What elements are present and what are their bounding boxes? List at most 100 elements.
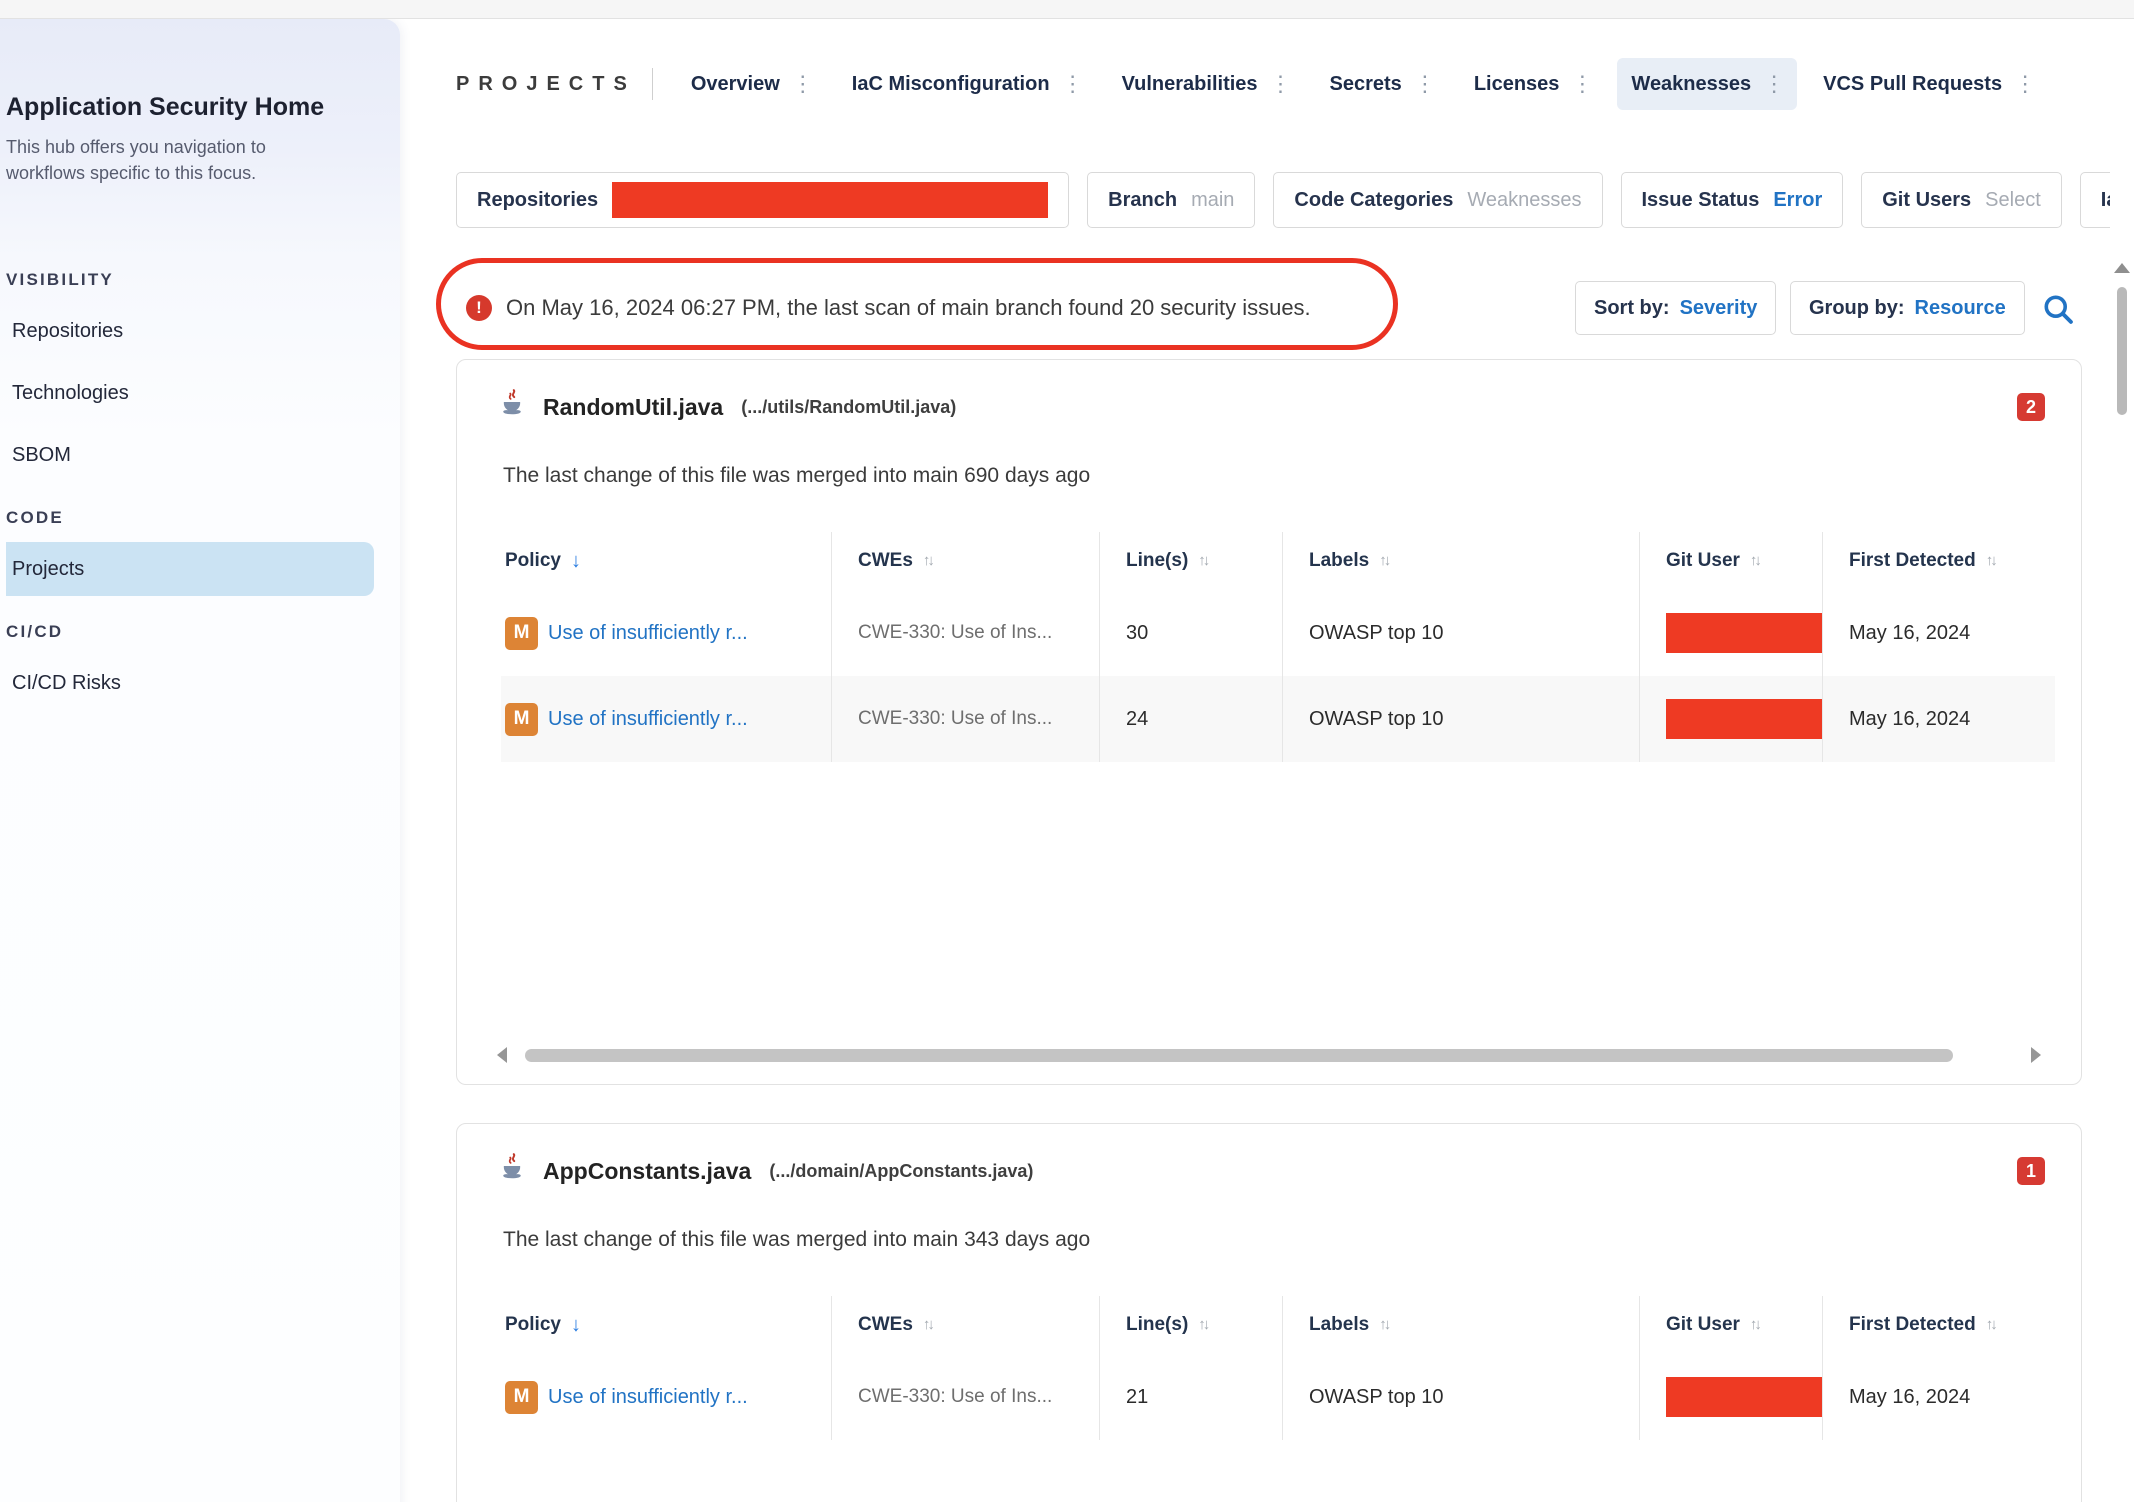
browser-top-strip bbox=[0, 0, 2134, 19]
tab-menu-icon[interactable] bbox=[1761, 71, 1787, 97]
line-number: 24 bbox=[1126, 708, 1148, 731]
tab-overview[interactable]: Overview bbox=[677, 58, 826, 110]
column-label: Git User bbox=[1666, 550, 1740, 572]
sort-icon[interactable] bbox=[1986, 552, 1995, 570]
redacted-git-user bbox=[1666, 1377, 1822, 1417]
tab-secrets[interactable]: Secrets bbox=[1316, 58, 1448, 110]
column-header-policy[interactable]: Policy bbox=[501, 1296, 831, 1354]
sort-icon[interactable] bbox=[1379, 1316, 1388, 1334]
sidebar-item-projects[interactable]: Projects bbox=[6, 542, 374, 596]
column-label: Line(s) bbox=[1126, 550, 1188, 572]
column-header-labels[interactable]: Labels bbox=[1282, 1296, 1639, 1354]
first-detected-cell: May 16, 2024 bbox=[1822, 590, 2055, 676]
filter-code-categories[interactable]: Code Categories Weaknesses bbox=[1273, 172, 1602, 228]
sort-icon[interactable] bbox=[1198, 1316, 1207, 1334]
scroll-left-icon[interactable] bbox=[497, 1047, 507, 1063]
sidebar-item-label: Technologies bbox=[12, 382, 129, 405]
weaknesses-table: Policy CWEs Line(s) Labels Git User bbox=[501, 532, 2055, 762]
table-row: M Use of insufficiently r... CWE-330: Us… bbox=[501, 590, 2055, 676]
sort-icon[interactable] bbox=[923, 1316, 932, 1334]
group-by-value: Resource bbox=[1915, 297, 2006, 320]
tab-weaknesses[interactable]: Weaknesses bbox=[1617, 58, 1797, 110]
filter-branch[interactable]: Branch main bbox=[1087, 172, 1255, 228]
sidebar-item-repositories[interactable]: Repositories bbox=[6, 304, 400, 358]
table-header-row: Policy CWEs Line(s) Labels Git User bbox=[501, 1296, 2055, 1354]
sort-icon[interactable] bbox=[923, 552, 932, 570]
tab-iac-misconfiguration[interactable]: IaC Misconfiguration bbox=[838, 58, 1096, 110]
column-header-first-detected[interactable]: First Detected bbox=[1822, 1296, 2055, 1354]
sidebar-item-sbom[interactable]: SBOM bbox=[6, 428, 400, 482]
sidebar-section-visibility: VISIBILITY bbox=[6, 270, 400, 290]
column-label: First Detected bbox=[1849, 1314, 1976, 1336]
column-header-git-user[interactable]: Git User bbox=[1639, 1296, 1822, 1354]
policy-link[interactable]: Use of insufficiently r... bbox=[548, 622, 748, 645]
column-header-cwes[interactable]: CWEs bbox=[831, 1296, 1099, 1354]
tab-licenses[interactable]: Licenses bbox=[1460, 58, 1606, 110]
file-path: (.../domain/AppConstants.java) bbox=[769, 1161, 1033, 1182]
tab-menu-icon[interactable] bbox=[1060, 71, 1086, 97]
sort-icon[interactable] bbox=[1750, 552, 1759, 570]
tab-menu-icon[interactable] bbox=[790, 71, 816, 97]
severity-badge-medium: M bbox=[505, 617, 538, 650]
scrollbar-thumb[interactable] bbox=[2117, 287, 2127, 415]
sort-by-button[interactable]: Sort by: Severity bbox=[1575, 281, 1776, 335]
policy-link[interactable]: Use of insufficiently r... bbox=[548, 1386, 748, 1409]
column-label: Labels bbox=[1309, 550, 1369, 572]
sort-icon[interactable] bbox=[1198, 552, 1207, 570]
vertical-scrollbar[interactable] bbox=[2110, 19, 2134, 1502]
file-card-appconstants: AppConstants.java (.../domain/AppConstan… bbox=[456, 1123, 2082, 1502]
redacted-repository-value bbox=[612, 182, 1048, 218]
filter-value: Select bbox=[1985, 189, 2041, 212]
filter-value: main bbox=[1191, 189, 1234, 212]
tab-menu-icon[interactable] bbox=[2012, 71, 2038, 97]
sort-desc-icon[interactable] bbox=[571, 1314, 581, 1337]
column-header-labels[interactable]: Labels bbox=[1282, 532, 1639, 590]
filter-repositories[interactable]: Repositories bbox=[456, 172, 1069, 228]
policy-cell: M Use of insufficiently r... bbox=[501, 1354, 831, 1440]
sort-icon[interactable] bbox=[1986, 1316, 1995, 1334]
filter-issue-status[interactable]: Issue Status Error bbox=[1621, 172, 1844, 228]
filter-git-users[interactable]: Git Users Select bbox=[1861, 172, 2062, 228]
alert-error-icon bbox=[466, 295, 492, 321]
app-screen: Application Security Home This hub offer… bbox=[0, 0, 2134, 1502]
tab-label: Licenses bbox=[1474, 73, 1560, 96]
column-header-lines[interactable]: Line(s) bbox=[1099, 1296, 1282, 1354]
line-number: 30 bbox=[1126, 622, 1148, 645]
column-header-first-detected[interactable]: First Detected bbox=[1822, 532, 2055, 590]
column-label: Line(s) bbox=[1126, 1314, 1188, 1336]
severity-badge-medium: M bbox=[505, 1381, 538, 1414]
tab-vcs-pull-requests[interactable]: VCS Pull Requests bbox=[1809, 58, 2048, 110]
scan-alert-text: On May 16, 2024 06:27 PM, the last scan … bbox=[506, 295, 1311, 321]
table-row: M Use of insufficiently r... CWE-330: Us… bbox=[501, 1354, 2055, 1440]
policy-link[interactable]: Use of insufficiently r... bbox=[548, 708, 748, 731]
scroll-right-icon[interactable] bbox=[2031, 1047, 2041, 1063]
sort-desc-icon[interactable] bbox=[571, 550, 581, 573]
sidebar-item-technologies[interactable]: Technologies bbox=[6, 366, 400, 420]
label-text: OWASP top 10 bbox=[1309, 1386, 1444, 1409]
tab-vulnerabilities[interactable]: Vulnerabilities bbox=[1108, 58, 1304, 110]
tab-menu-icon[interactable] bbox=[1569, 71, 1595, 97]
column-header-git-user[interactable]: Git User bbox=[1639, 532, 1822, 590]
date-text: May 16, 2024 bbox=[1849, 1386, 1970, 1409]
tab-menu-icon[interactable] bbox=[1412, 71, 1438, 97]
scroll-up-icon[interactable] bbox=[2114, 263, 2130, 273]
sort-icon[interactable] bbox=[1750, 1316, 1759, 1334]
column-header-policy[interactable]: Policy bbox=[501, 532, 831, 590]
date-text: May 16, 2024 bbox=[1849, 708, 1970, 731]
file-name[interactable]: AppConstants.java bbox=[543, 1158, 751, 1185]
sort-icon[interactable] bbox=[1379, 552, 1388, 570]
sidebar-section-code: CODE bbox=[6, 508, 400, 528]
search-button[interactable] bbox=[2036, 288, 2080, 332]
sidebar-item-cicd-risks[interactable]: CI/CD Risks bbox=[6, 656, 400, 710]
scrollbar-track[interactable] bbox=[525, 1049, 2013, 1062]
tab-menu-icon[interactable] bbox=[1268, 71, 1294, 97]
group-by-button[interactable]: Group by: Resource bbox=[1790, 281, 2025, 335]
merge-note: The last change of this file was merged … bbox=[503, 1228, 2081, 1252]
file-card-header: AppConstants.java (.../domain/AppConstan… bbox=[457, 1124, 2081, 1190]
column-header-lines[interactable]: Line(s) bbox=[1099, 532, 1282, 590]
filter-label: Code Categories bbox=[1294, 189, 1453, 212]
file-name[interactable]: RandomUtil.java bbox=[543, 394, 723, 421]
scrollbar-thumb[interactable] bbox=[525, 1049, 1953, 1062]
column-header-cwes[interactable]: CWEs bbox=[831, 532, 1099, 590]
merge-note: The last change of this file was merged … bbox=[503, 464, 2081, 488]
